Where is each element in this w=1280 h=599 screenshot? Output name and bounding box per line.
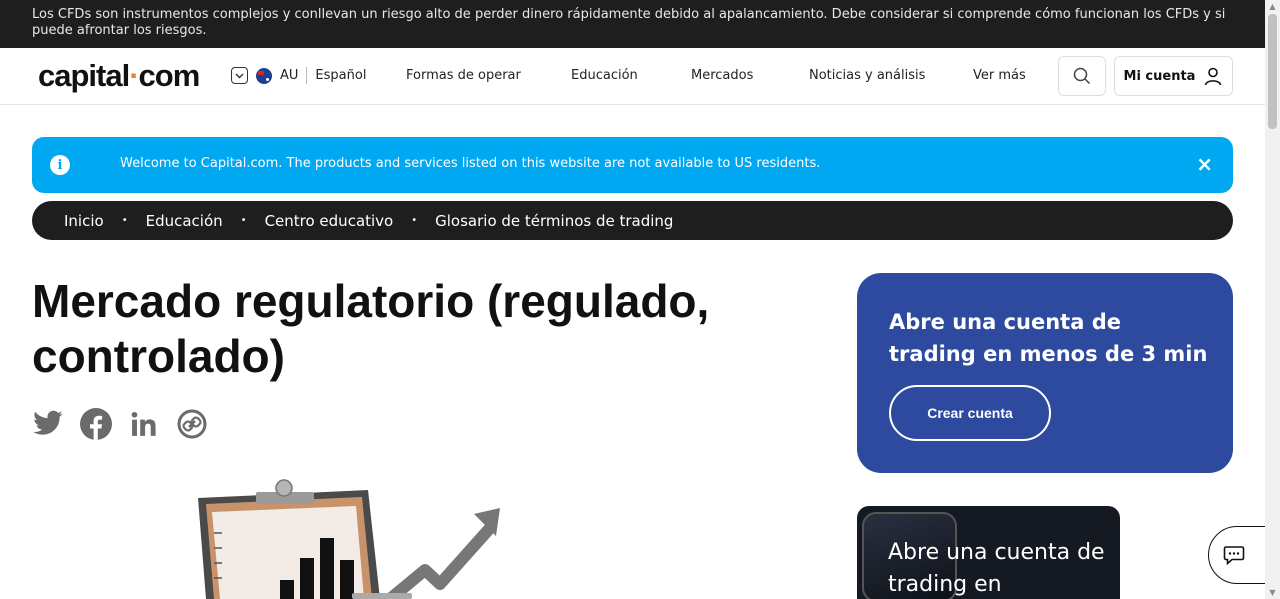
nav-item-noticias[interactable]: Noticias y análisis: [809, 68, 925, 83]
breadcrumb-item-inicio[interactable]: Inicio: [64, 212, 104, 230]
linkedin-icon[interactable]: [128, 408, 160, 440]
breadcrumb-separator: •: [121, 215, 128, 226]
scroll-down-arrow[interactable]: ▼: [1268, 588, 1277, 597]
breadcrumb-separator: •: [240, 215, 247, 226]
info-icon: i: [50, 155, 70, 175]
region-code: AU: [280, 68, 299, 83]
chevron-down-icon[interactable]: [231, 67, 248, 84]
promo-text: Abre una cuenta de trading en: [888, 540, 1105, 597]
logo-dot: ·: [129, 58, 139, 93]
nav-item-ver-mas[interactable]: Ver más: [973, 68, 1026, 83]
my-account-button[interactable]: Mi cuenta: [1114, 56, 1233, 96]
article-illustration: [190, 478, 510, 599]
search-button[interactable]: [1058, 56, 1106, 96]
chat-button[interactable]: [1208, 526, 1268, 584]
breadcrumb-separator: •: [411, 215, 418, 226]
account-label: Mi cuenta: [1123, 68, 1196, 84]
page-title: Mercado regulatorio (regulado, controlad…: [32, 275, 710, 382]
logo-text-right: com: [138, 58, 201, 93]
logo[interactable]: capital·com: [38, 58, 201, 94]
scrollbar-thumb[interactable]: [1268, 14, 1277, 129]
region-language-selector[interactable]: AU Español: [231, 67, 366, 84]
au-flag-icon: [256, 67, 272, 84]
share-buttons: [32, 408, 208, 440]
risk-warning-text: Los CFDs son instrumentos complejos y co…: [32, 7, 1226, 38]
create-account-button[interactable]: Crear cuenta: [889, 385, 1051, 441]
nav-item-educacion[interactable]: Educación: [571, 68, 638, 83]
close-icon[interactable]: ×: [1196, 152, 1213, 176]
breadcrumb: Inicio • Educación • Centro educativo • …: [32, 201, 1233, 240]
facebook-icon[interactable]: [80, 408, 112, 440]
us-residents-notice: i Welcome to Capital.com. The products a…: [32, 137, 1233, 193]
logo-text-left: capital: [38, 58, 130, 93]
divider: [306, 67, 308, 84]
breadcrumb-item-educacion[interactable]: Educación: [146, 212, 223, 230]
app-promo-card[interactable]: Abre una cuenta de trading en: [857, 506, 1120, 599]
link-icon[interactable]: [176, 408, 208, 440]
page-scrollbar[interactable]: ▲ ▼: [1265, 0, 1280, 599]
cta-title: Abre una cuenta de trading en menos de 3…: [889, 310, 1208, 366]
language-label[interactable]: Español: [315, 68, 366, 83]
chat-icon: [1223, 546, 1245, 566]
breadcrumb-item-glosario[interactable]: Glosario de términos de trading: [435, 212, 673, 230]
site-header: capital·com AU Español Formas de operar …: [0, 48, 1265, 105]
breadcrumb-item-centro-educativo[interactable]: Centro educativo: [265, 212, 394, 230]
risk-warning-bar: Los CFDs son instrumentos complejos y co…: [0, 0, 1265, 48]
notice-message: Welcome to Capital.com. The products and…: [120, 156, 821, 171]
scroll-up-arrow[interactable]: ▲: [1268, 2, 1277, 11]
nav-item-mercados[interactable]: Mercados: [691, 68, 753, 83]
search-icon: [1073, 67, 1091, 85]
twitter-icon[interactable]: [32, 408, 64, 440]
nav-item-formas-de-operar[interactable]: Formas de operar: [406, 68, 521, 83]
user-icon: [1205, 67, 1222, 86]
open-account-card: Abre una cuenta de trading en menos de 3…: [857, 273, 1233, 473]
